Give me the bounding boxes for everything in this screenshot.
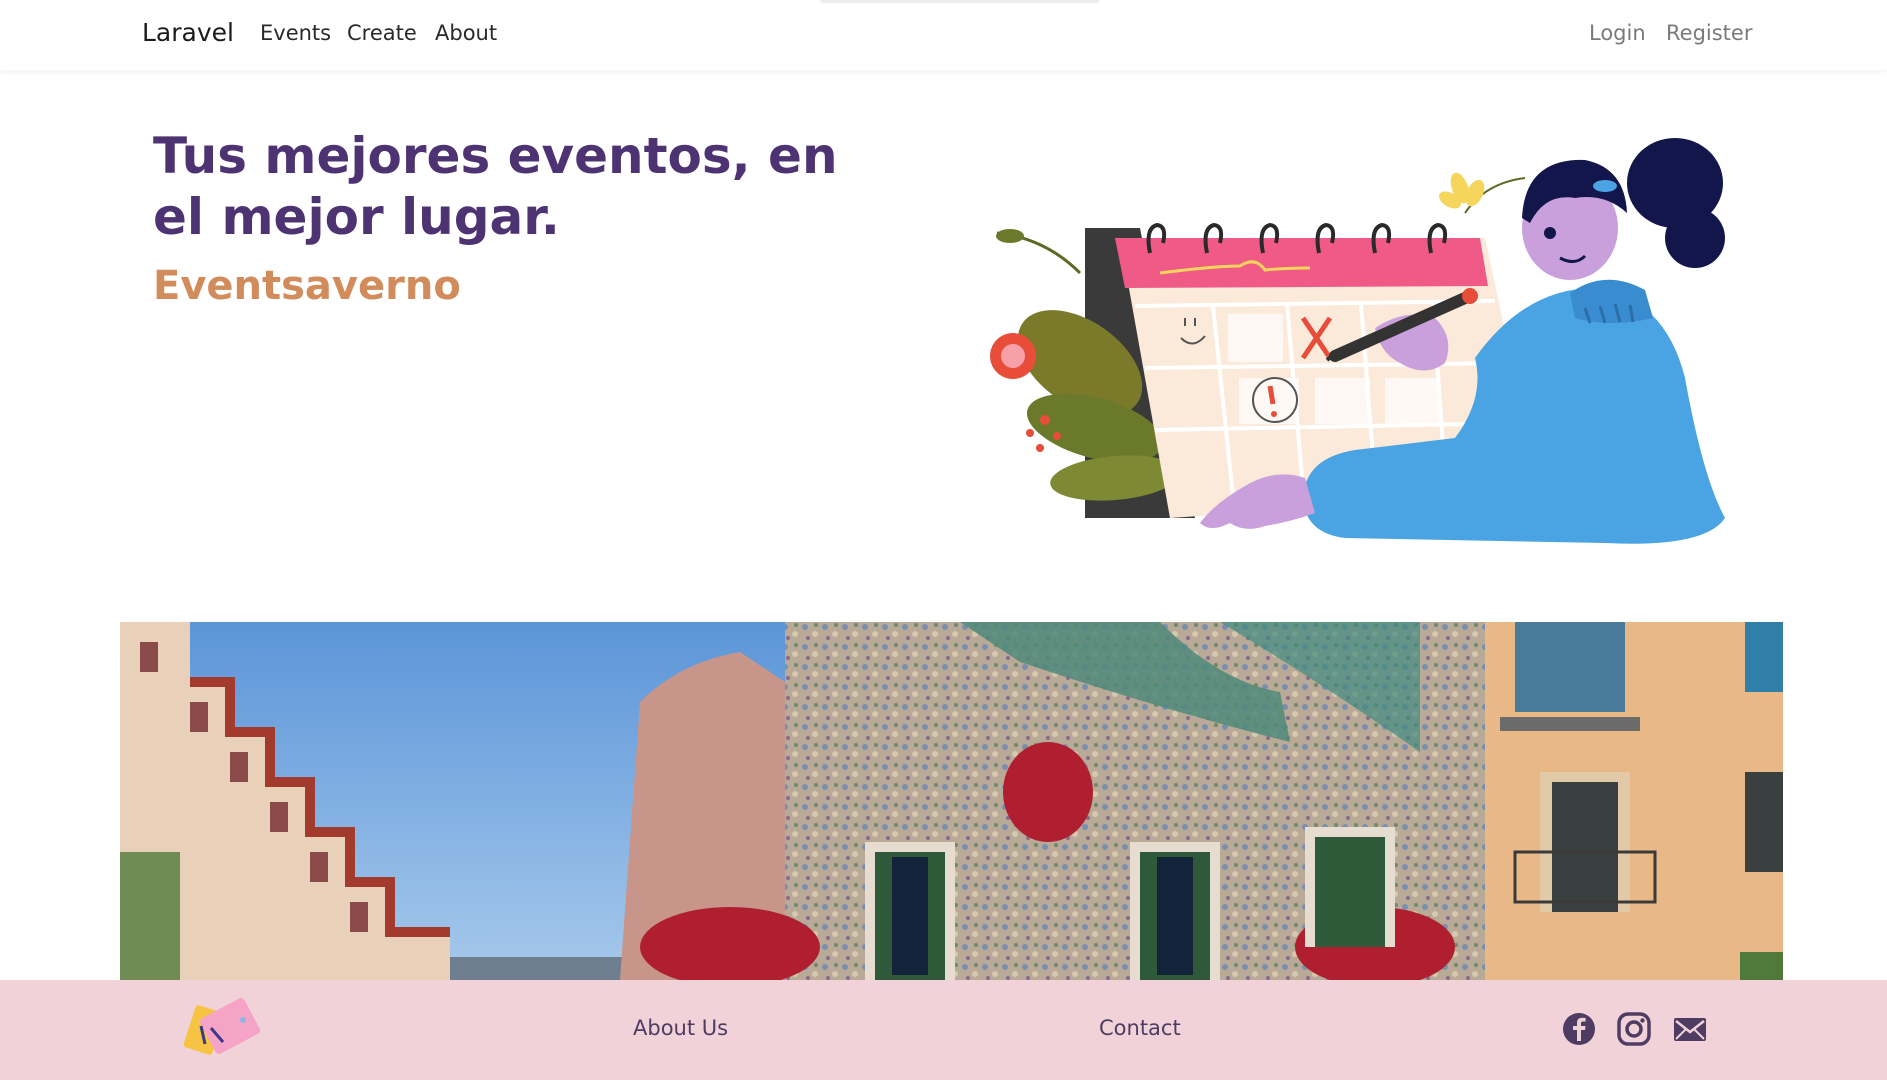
nav-events[interactable]: Events bbox=[260, 21, 331, 45]
nav-create[interactable]: Create bbox=[347, 21, 417, 45]
register-link[interactable]: Register bbox=[1666, 21, 1752, 45]
tickets-logo-icon[interactable] bbox=[183, 998, 263, 1062]
calendar-illustration bbox=[990, 138, 1725, 544]
top-edge-highlight bbox=[820, 0, 1100, 3]
banner-photo bbox=[120, 622, 1783, 980]
brand-link[interactable]: Laravel bbox=[142, 18, 234, 47]
contact-link[interactable]: Contact bbox=[1099, 1016, 1181, 1040]
hero-title: Tus mejores eventos, en el mejor lugar. bbox=[153, 127, 838, 246]
page: Laravel Events Create About Login Regist… bbox=[0, 0, 1887, 1080]
mail-icon[interactable] bbox=[1672, 1011, 1708, 1047]
casa-batllo-photo bbox=[120, 622, 1783, 980]
instagram-icon[interactable] bbox=[1616, 1011, 1652, 1047]
navbar: Laravel Events Create About Login Regist… bbox=[0, 0, 1887, 70]
about-us-link[interactable]: About Us bbox=[633, 1016, 728, 1040]
login-link[interactable]: Login bbox=[1589, 21, 1646, 45]
nav-about[interactable]: About bbox=[435, 21, 497, 45]
footer: About Us Contact bbox=[0, 980, 1887, 1080]
hero-subtitle: Eventsaverno bbox=[153, 263, 461, 309]
facebook-icon[interactable] bbox=[1561, 1011, 1597, 1047]
